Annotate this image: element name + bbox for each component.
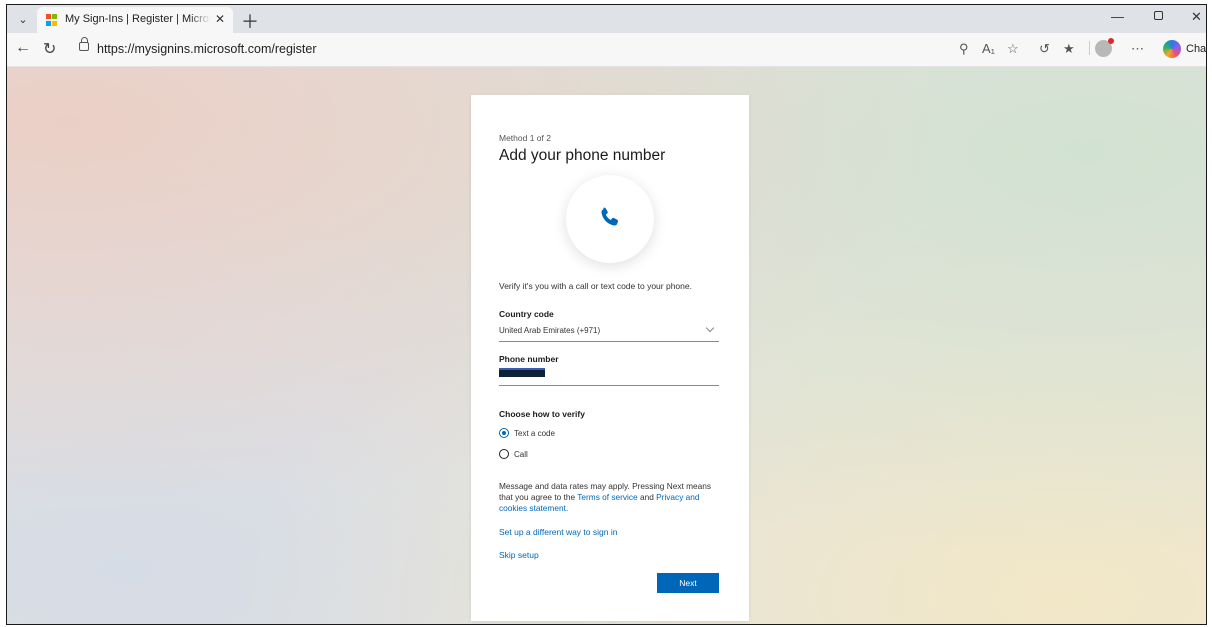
tab-actions-chevron-icon[interactable]: ⌄ <box>13 10 33 28</box>
redacted-phone-value[interactable] <box>499 368 545 377</box>
browser-window: ⌄ My Sign-Ins | Register | Microsoft ✕ ＋… <box>6 4 1207 625</box>
page-title: Add your phone number <box>499 147 666 164</box>
different-way-link[interactable]: Set up a different way to sign in <box>499 527 617 537</box>
phone-number-input[interactable] <box>499 365 719 386</box>
tab-title: My Sign-Ins | Register | Microsoft <box>65 13 211 25</box>
lock-icon[interactable] <box>79 37 89 51</box>
terms-of-service-link[interactable]: Terms of service <box>577 492 637 502</box>
extensions-icon[interactable]: ↺ <box>1039 41 1050 57</box>
skip-setup-link[interactable]: Skip setup <box>499 550 539 560</box>
chat-label: Chat <box>1186 43 1207 55</box>
disclaimer-post: . <box>565 502 569 513</box>
favorite-star-icon[interactable]: ☆ <box>1007 41 1019 57</box>
zoom-icon[interactable]: ⚲ <box>959 41 969 57</box>
intro-text: Verify it's you with a call or text code… <box>499 281 692 291</box>
country-code-dropdown[interactable]: United Arab Emirates (+971) <box>499 323 719 342</box>
url-text[interactable]: https://mysignins.microsoft.com/register <box>97 42 317 56</box>
address-bar: ← ↻ https://mysignins.microsoft.com/regi… <box>7 33 1206 67</box>
phone-number-label: Phone number <box>499 354 559 364</box>
refresh-icon[interactable]: ↻ <box>43 39 56 59</box>
registration-card: Method 1 of 2 Add your phone number Veri… <box>471 95 749 621</box>
browser-tab[interactable]: My Sign-Ins | Register | Microsoft ✕ <box>37 7 233 33</box>
chevron-down-icon[interactable] <box>705 323 715 333</box>
phone-icon-circle <box>566 175 654 263</box>
radio-text-a-code[interactable]: Text a code <box>499 428 555 438</box>
phone-icon <box>601 207 619 226</box>
microsoft-logo-icon <box>46 14 58 26</box>
radio-label-text[interactable]: Text a code <box>514 429 555 438</box>
country-code-value[interactable]: United Arab Emirates (+971) <box>499 326 600 335</box>
divider <box>1089 41 1090 55</box>
next-button[interactable]: Next <box>657 573 719 593</box>
disclaimer-mid: and <box>637 491 657 502</box>
back-arrow-icon[interactable]: ← <box>15 39 31 57</box>
tab-strip: ⌄ My Sign-Ins | Register | Microsoft ✕ ＋… <box>7 5 1206 33</box>
radio-call[interactable]: Call <box>499 449 528 459</box>
disclaimer-text: Message and data rates may apply. Pressi… <box>499 481 721 513</box>
radio-selected-icon[interactable] <box>499 428 509 438</box>
favorites-icon[interactable]: ★ <box>1063 41 1075 57</box>
close-window-icon[interactable]: ✕ <box>1191 9 1202 25</box>
radio-unselected-icon[interactable] <box>499 449 509 459</box>
radio-label-call[interactable]: Call <box>514 450 528 459</box>
method-step: Method 1 of 2 <box>499 133 551 143</box>
copilot-icon <box>1163 40 1181 58</box>
copilot-chat-button[interactable]: Chat <box>1163 38 1207 60</box>
verify-method-label: Choose how to verify <box>499 409 585 419</box>
more-options-icon[interactable]: ⋯ <box>1131 41 1144 57</box>
read-aloud-icon[interactable]: A₁ <box>982 41 995 56</box>
page-background: Method 1 of 2 Add your phone number Veri… <box>7 67 1206 624</box>
restore-icon[interactable] <box>1154 11 1163 20</box>
country-code-label: Country code <box>499 309 554 319</box>
new-tab-plus-icon[interactable]: ＋ <box>241 8 259 34</box>
profile-avatar-icon[interactable] <box>1095 38 1114 57</box>
close-tab-icon[interactable]: ✕ <box>215 12 225 26</box>
minimize-icon[interactable]: — <box>1111 9 1124 24</box>
